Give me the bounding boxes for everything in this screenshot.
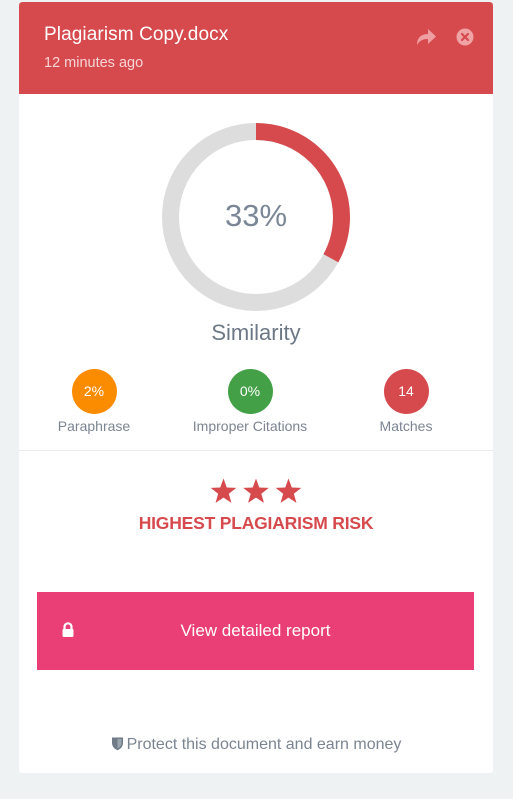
plagiarism-report-card: Plagiarism Copy.docx 12 minutes ago 33% … [19, 2, 493, 773]
report-button-label: View detailed report [180, 621, 331, 640]
stat-label: Paraphrase [57, 418, 131, 434]
star-icon [243, 478, 269, 503]
protect-document-link[interactable]: Protect this document and earn money [19, 736, 493, 754]
star-icon [210, 478, 237, 503]
stat-improper-citations[interactable]: 0% Improper Citations [170, 369, 330, 434]
similarity-caption: Similarity [211, 320, 301, 345]
risk-stars [206, 476, 306, 506]
stat-badge: 0% [227, 369, 273, 414]
stat-badge: 2% [71, 369, 117, 414]
stat-label: Matches [379, 418, 433, 434]
similarity-gauge: 33% [19, 2, 493, 332]
view-detailed-report-button[interactable]: View detailed report [37, 592, 474, 670]
risk-label: HIGHEST PLAGIARISM RISK [138, 513, 374, 533]
shield-icon [111, 737, 123, 751]
protect-link-label: Protect this document and earn money [126, 736, 402, 753]
similarity-percent: 33% [224, 198, 288, 233]
similarity-ring [162, 123, 350, 311]
stat-label: Improper Citations [192, 418, 308, 434]
stat-matches[interactable]: 14 Matches [326, 369, 486, 434]
stat-badge: 14 [383, 369, 429, 414]
stat-paraphrase[interactable]: 2% Paraphrase [19, 369, 174, 434]
section-divider [19, 450, 493, 451]
star-icon [275, 478, 302, 503]
stars-row [210, 478, 302, 503]
